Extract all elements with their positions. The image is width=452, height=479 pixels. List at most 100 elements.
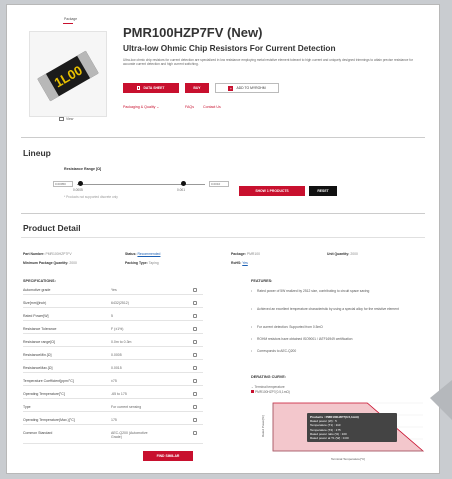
- spec-value: 6432(2512): [111, 301, 129, 305]
- plus-icon: +: [228, 85, 234, 91]
- contact-link[interactable]: Contact Us: [203, 105, 221, 109]
- spec-checkbox[interactable]: [193, 314, 197, 318]
- spec-value: ±75: [111, 379, 117, 383]
- spec-checkbox[interactable]: [193, 366, 197, 370]
- unit-quantity-label: Unit Quantity:: [327, 252, 350, 256]
- reset-button[interactable]: RESET: [309, 186, 337, 196]
- min-package-label: Minimum Package Quantity:: [23, 261, 69, 265]
- range-label: Resistance Range [Ω]: [64, 167, 102, 171]
- find-similar-button[interactable]: FIND SIMILAR: [143, 451, 193, 461]
- faqs-link[interactable]: FAQs: [185, 105, 194, 109]
- product-page: Package 1L00 View PMR100HZP7FV (New) Ult…: [6, 4, 440, 474]
- spec-checkbox[interactable]: [193, 405, 197, 409]
- min-package-value: 2000: [69, 261, 77, 265]
- spec-value: Yes: [111, 288, 117, 292]
- features-title: FEATURES:: [251, 279, 273, 283]
- spec-row: ResistanceMin.[Ω] 0.0005: [23, 351, 203, 360]
- range-slider-min-handle[interactable]: [78, 181, 83, 186]
- range-max-input[interactable]: 0.0010: [209, 181, 229, 187]
- package-label: Package:: [231, 252, 246, 256]
- y-axis-label: Rated Power[%]: [261, 415, 265, 437]
- status-value[interactable]: Recommended: [137, 252, 160, 256]
- spec-key: Resistance Tolerance: [23, 327, 57, 331]
- show-products-button[interactable]: SHOW 1 PRODUCTS: [239, 186, 305, 196]
- packing-type: Packing Type: Taping: [125, 261, 159, 265]
- spec-checkbox[interactable]: [193, 392, 197, 396]
- product-description: Ultra-low ohmic chip resistors for curre…: [123, 58, 414, 67]
- datasheet-button[interactable]: DATA SHEET: [123, 83, 179, 93]
- spec-key: Operating Temperature[°C]: [23, 392, 65, 396]
- derating-title: DERATING CURVE:: [251, 375, 287, 379]
- feature-item: ROHM resistors have obtained ISO9001 / I…: [251, 337, 425, 342]
- spec-checkbox[interactable]: [193, 379, 197, 383]
- spec-checkbox[interactable]: [193, 431, 197, 435]
- add-myrohm-label: ADD TO MYROHM: [236, 86, 266, 90]
- spec-value: For current sensing: [111, 405, 142, 409]
- spec-key: Rated Power[W]: [23, 314, 49, 318]
- rohs-value[interactable]: Yes: [242, 261, 248, 265]
- spec-checkbox[interactable]: [193, 418, 197, 422]
- spec-row: Resistance range[Ω] 0.0m to 0.3m: [23, 338, 203, 347]
- feature-item: Corresponds to AEC-Q200: [251, 349, 425, 354]
- product-name: PMR100HZP7FV (New): [123, 25, 263, 40]
- spec-checkbox[interactable]: [193, 288, 197, 292]
- unit-quantity-value: 2000: [350, 252, 358, 256]
- tooltip-line: Rated power at T1 (W) : 0.00: [310, 436, 349, 441]
- spec-row: Rated Power[W] 5: [23, 312, 203, 321]
- packing-type-value: Taping: [148, 261, 159, 265]
- spec-row: Temperature Coefficient[ppm/°C] ±75: [23, 377, 203, 386]
- spec-key: Automotive grade: [23, 288, 51, 292]
- spec-value: 0.0015: [111, 366, 122, 370]
- buy-button[interactable]: BUY: [185, 83, 209, 93]
- unit-quantity: Unit Quantity: 2000: [327, 252, 358, 256]
- detail-title: Product Detail: [23, 223, 81, 233]
- lineup-title: Lineup: [23, 148, 51, 158]
- range-slider-max-handle[interactable]: [181, 181, 186, 186]
- part-number-value: PMR100HZP7FV: [45, 252, 72, 256]
- reset-label: RESET: [317, 189, 329, 193]
- spec-row: Resistance Tolerance F (±1%): [23, 325, 203, 334]
- spec-checkbox[interactable]: [193, 327, 197, 331]
- package-value: PMR100: [246, 252, 261, 256]
- spec-key: Size[mm](inch): [23, 301, 47, 305]
- spec-value: 5: [111, 314, 113, 318]
- legend-series[interactable]: PMR100HZP7(0.5,1mΩ): [251, 390, 290, 394]
- divider: [21, 237, 425, 238]
- specs-title: SPECIFICATIONS:: [23, 279, 56, 283]
- spec-row: Operating Temperature[°C] -65 to 175: [23, 390, 203, 399]
- spec-row: Automotive grade Yes: [23, 286, 203, 295]
- feature-item: Achieved an excellent temperature charac…: [251, 307, 425, 312]
- rohs-label: RoHS:: [231, 261, 242, 265]
- part-number: Part Number: PMR100HZP7FV: [23, 252, 72, 256]
- add-myrohm-button[interactable]: + ADD TO MYROHM: [215, 83, 279, 93]
- spec-checkbox[interactable]: [193, 353, 197, 357]
- package-tag: Package: [64, 17, 78, 21]
- packaging-label: Packaging & Quality: [123, 105, 156, 109]
- spec-checkbox[interactable]: [193, 301, 197, 305]
- product-image[interactable]: 1L00: [29, 31, 107, 117]
- buy-label: BUY: [193, 86, 201, 90]
- spec-key: Resistance range[Ω]: [23, 340, 55, 344]
- range-min-input[interactable]: 0.00050: [53, 181, 73, 187]
- lineup-note: * Products not supported discrete only: [64, 195, 118, 199]
- divider: [21, 137, 425, 138]
- show-products-label: SHOW 1 PRODUCTS: [255, 189, 289, 193]
- status: Status: Recommended: [125, 252, 160, 256]
- feature-item: Rated power of 5W realized by 2512 size,…: [251, 289, 425, 294]
- document-icon: [137, 86, 141, 90]
- view-icon[interactable]: [59, 117, 64, 121]
- part-number-label: Part Number:: [23, 252, 45, 256]
- spec-row: ResistanceMax.[Ω] 0.0015: [23, 364, 203, 373]
- rohs: RoHS: Yes: [231, 261, 248, 265]
- legend-series-text: PMR100HZP7(0.5,1mΩ): [255, 390, 290, 394]
- spec-row: Common Standard AEC-Q200 (Automotive Grad…: [23, 429, 203, 444]
- spec-value: AEC-Q200 (Automotive Grade): [111, 431, 148, 440]
- spec-key: ResistanceMax.[Ω]: [23, 366, 53, 370]
- legend-swatch-icon: [251, 390, 254, 393]
- view-label[interactable]: View: [66, 117, 73, 121]
- packaging-link[interactable]: Packaging & Quality ⌄: [123, 105, 159, 109]
- spec-checkbox[interactable]: [193, 340, 197, 344]
- datasheet-label: DATA SHEET: [143, 86, 165, 90]
- page-shadow-shape: [430, 380, 452, 420]
- chip-resistor-image: 1L00: [37, 50, 99, 102]
